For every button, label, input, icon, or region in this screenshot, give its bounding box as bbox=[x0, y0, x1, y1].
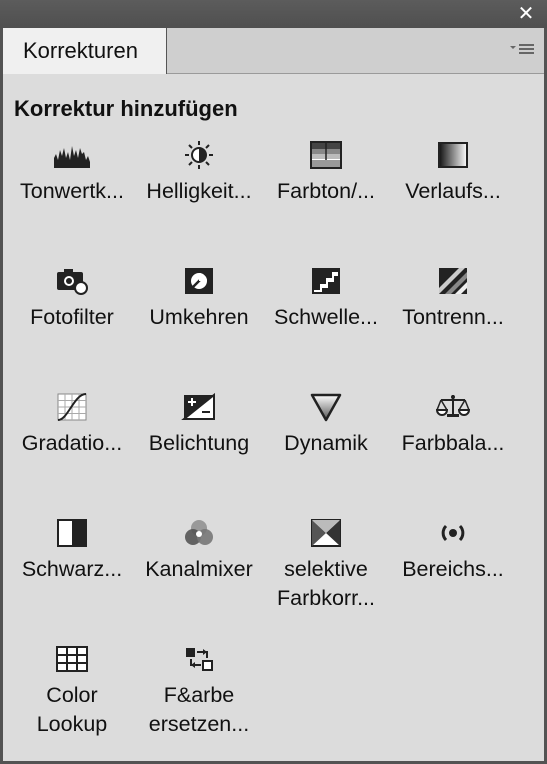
adjustment-levels[interactable]: Tonwertk... bbox=[9, 140, 135, 206]
adjustment-label-line: Color bbox=[46, 683, 98, 707]
adjustment-label-line: Lookup bbox=[36, 712, 108, 736]
tab-bar: Korrekturen bbox=[3, 28, 544, 74]
invert-icon bbox=[181, 266, 217, 296]
adjustment-color-range[interactable]: Bereichs... bbox=[390, 518, 516, 584]
channel-mixer-icon bbox=[181, 518, 217, 548]
exposure-icon bbox=[181, 392, 217, 422]
adjustment-photo-filter[interactable]: Fotofilter bbox=[9, 266, 135, 332]
adjustment-curves[interactable]: Gradatio... bbox=[9, 392, 135, 458]
adjustment-vibrance[interactable]: Dynamik bbox=[263, 392, 389, 458]
adjustment-label: Umkehren bbox=[149, 305, 249, 329]
adjustment-gradient-map[interactable]: Verlaufs... bbox=[390, 140, 516, 206]
adjustment-label: Helligkeit... bbox=[146, 179, 252, 203]
gradient-map-icon bbox=[435, 140, 471, 170]
adjustment-color-lookup[interactable]: Color Lookup bbox=[9, 644, 135, 739]
adjustment-label: selektive Farbkorr... bbox=[263, 555, 389, 613]
color-lookup-icon bbox=[54, 644, 90, 674]
replace-color-icon bbox=[181, 644, 217, 674]
adjustment-black-white[interactable]: Schwarz... bbox=[9, 518, 135, 584]
threshold-icon bbox=[308, 266, 344, 296]
adjustment-label-line: F&arbe bbox=[163, 683, 235, 707]
adjustment-brightness-contrast[interactable]: Helligkeit... bbox=[136, 140, 262, 206]
adjustment-label: Dynamik bbox=[284, 431, 368, 455]
tab-korrekturen[interactable]: Korrekturen bbox=[3, 28, 167, 74]
adjustment-label: Belichtung bbox=[148, 431, 250, 455]
photo-filter-icon bbox=[54, 266, 90, 296]
vibrance-icon bbox=[308, 392, 344, 422]
adjustment-label: Farbton/... bbox=[277, 179, 375, 203]
color-balance-icon bbox=[435, 392, 471, 422]
adjustment-exposure[interactable]: Belichtung bbox=[136, 392, 262, 458]
adjustment-label-line: ersetzen... bbox=[148, 712, 250, 736]
black-white-icon bbox=[54, 518, 90, 548]
posterize-icon bbox=[435, 266, 471, 296]
hue-saturation-icon bbox=[308, 140, 344, 170]
adjustment-label: Gradatio... bbox=[21, 431, 123, 455]
adjustment-label-line: selektive bbox=[284, 557, 368, 581]
selective-color-icon bbox=[308, 518, 344, 548]
adjustments-content: Korrektur hinzufügen Tonwertk... Helligk… bbox=[3, 74, 544, 761]
adjustment-hue-saturation[interactable]: Farbton/... bbox=[263, 140, 389, 206]
adjustment-label: Bereichs... bbox=[402, 557, 504, 581]
levels-histogram-icon bbox=[54, 140, 90, 170]
section-title: Korrektur hinzufügen bbox=[14, 96, 238, 121]
adjustment-label: Fotofilter bbox=[30, 305, 114, 329]
adjustment-label: Farbbala... bbox=[401, 431, 505, 455]
adjustment-label: Tontrenn... bbox=[402, 305, 504, 329]
adjustments-panel: ✕ Korrekturen Korrektur hinzufügen Tonwe… bbox=[0, 0, 547, 764]
adjustment-label: Schwarz... bbox=[21, 557, 123, 581]
close-button[interactable]: ✕ bbox=[515, 3, 537, 25]
adjustment-threshold[interactable]: Schwelle... bbox=[263, 266, 389, 332]
adjustment-channel-mixer[interactable]: Kanalmixer bbox=[136, 518, 262, 584]
adjustment-label: F&arbe ersetzen... bbox=[136, 681, 262, 739]
adjustment-replace-color[interactable]: F&arbe ersetzen... bbox=[136, 644, 262, 739]
panel-titlebar[interactable]: ✕ bbox=[0, 0, 547, 28]
adjustment-invert[interactable]: Umkehren bbox=[136, 266, 262, 332]
adjustment-label: Tonwertk... bbox=[20, 179, 124, 203]
curves-icon bbox=[54, 392, 90, 422]
adjustment-selective-color[interactable]: selektive Farbkorr... bbox=[263, 518, 389, 613]
adjustment-label-line: Farbkorr... bbox=[277, 586, 375, 610]
adjustment-label: Color Lookup bbox=[9, 681, 135, 739]
adjustment-posterize[interactable]: Tontrenn... bbox=[390, 266, 516, 332]
adjustment-label: Verlaufs... bbox=[405, 179, 501, 203]
brightness-contrast-icon bbox=[181, 140, 217, 170]
color-range-icon bbox=[435, 518, 471, 548]
adjustment-label: Schwelle... bbox=[274, 305, 378, 329]
adjustment-color-balance[interactable]: Farbbala... bbox=[390, 392, 516, 458]
adjustment-label: Kanalmixer bbox=[145, 557, 253, 581]
panel-menu-icon[interactable] bbox=[508, 40, 536, 60]
